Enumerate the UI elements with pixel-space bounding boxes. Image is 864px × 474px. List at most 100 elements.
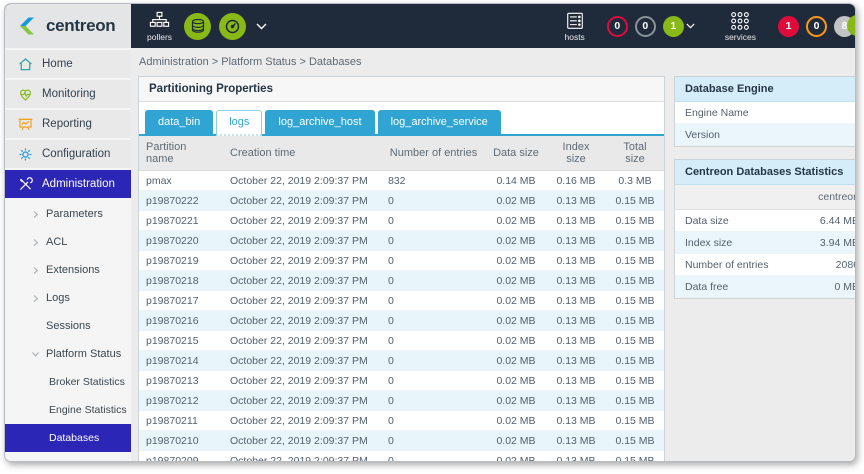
table-row: p19870217 October 22, 2019 2:09:37 PM 0 … (139, 291, 664, 311)
cell-creation-time: October 22, 2019 2:09:37 PM (223, 291, 381, 311)
hosts-down-badge[interactable]: 0 (607, 16, 628, 37)
sidebar-item-parameters[interactable]: Parameters (5, 200, 131, 228)
column-header: Number of entries (381, 136, 486, 171)
sidebar-item-reporting[interactable]: Reporting (5, 110, 131, 138)
hosts-menu[interactable]: hosts (564, 11, 584, 42)
cell-total-size: 0.15 MB (606, 371, 664, 391)
database-icon (190, 18, 206, 34)
cell-index-size: 0.16 MB (546, 171, 606, 191)
stat-value: 6.44 MB (803, 210, 855, 231)
cell-data-size: 0.02 MB (486, 191, 546, 211)
column-header: Creation time (223, 136, 381, 171)
hosts-unreachable-badge[interactable]: 0 (635, 16, 656, 37)
cell-total-size: 0.15 MB (606, 231, 664, 251)
stat-row: Index size 3.94 MB (675, 232, 855, 254)
cell-data-size: 0.02 MB (486, 411, 546, 431)
cell-total-size: 0.15 MB (606, 271, 664, 291)
cell-partition-name: p19870222 (139, 191, 223, 211)
cell-total-size: 0.15 MB (606, 431, 664, 451)
gauge-status-button[interactable] (219, 13, 246, 40)
cell-number-of-entries: 0 (381, 251, 486, 271)
panel-title: Centreon Databases Statistics (675, 160, 855, 185)
cell-total-size: 0.15 MB (606, 211, 664, 231)
services-warning-badge[interactable]: 0 (806, 16, 827, 37)
sidebar-item-acl[interactable]: ACL (5, 228, 131, 256)
stat-row: Data size 6.44 MB (675, 210, 855, 232)
table-row: p19870210 October 22, 2019 2:09:37 PM 0 … (139, 431, 664, 451)
cell-number-of-entries: 0 (381, 411, 486, 431)
sidebar-item-platform-status[interactable]: Platform Status (5, 340, 131, 368)
sidebar-item-about[interactable]: About (5, 452, 131, 462)
sidebar-item-databases[interactable]: Databases (5, 424, 131, 452)
services-critical-badge[interactable]: 1 (778, 16, 799, 37)
database-status-button[interactable] (184, 13, 211, 40)
sidebar-item-logs[interactable]: Logs (5, 284, 131, 312)
services-label: services (725, 32, 756, 42)
sidebar-item-extensions[interactable]: Extensions (5, 256, 131, 284)
field-label: Version (685, 129, 720, 141)
cell-partition-name: p19870216 (139, 311, 223, 331)
main-content: Administration > Platform Status > Datab… (131, 48, 855, 462)
cell-partition-name: p19870213 (139, 371, 223, 391)
tab-log-archive-service[interactable]: log_archive_service (378, 110, 501, 134)
sidebar-item-configuration[interactable]: Configuration (5, 140, 131, 168)
sidebar-item-engine-statistics[interactable]: Engine Statistics (5, 396, 131, 424)
cell-index-size: 0.13 MB (546, 351, 606, 371)
database-engine-panel: Database Engine Engine Name Version (674, 76, 855, 147)
cell-total-size: 0.15 MB (606, 191, 664, 211)
cell-data-size: 0.02 MB (486, 251, 546, 271)
partition-table-body: pmax October 22, 2019 2:09:37 PM 832 0.1… (139, 171, 664, 463)
cell-number-of-entries: 0 (381, 331, 486, 351)
sidebar-item-label: Engine Statistics (49, 404, 127, 416)
cell-creation-time: October 22, 2019 2:09:37 PM (223, 451, 381, 463)
sidebar-item-broker-statistics[interactable]: Broker Statistics (5, 368, 131, 396)
cell-number-of-entries: 0 (381, 351, 486, 371)
cell-total-size: 0.15 MB (606, 291, 664, 311)
cell-number-of-entries: 0 (381, 311, 486, 331)
breadcrumb[interactable]: Administration > Platform Status > Datab… (131, 48, 855, 76)
cell-partition-name: p19870211 (139, 411, 223, 431)
hosts-label: hosts (564, 32, 584, 42)
table-row: p19870216 October 22, 2019 2:09:37 PM 0 … (139, 311, 664, 331)
table-row: p19870214 October 22, 2019 2:09:37 PM 0 … (139, 351, 664, 371)
cell-partition-name: p19870214 (139, 351, 223, 371)
cell-number-of-entries: 0 (381, 371, 486, 391)
cell-data-size: 0.02 MB (486, 291, 546, 311)
cell-creation-time: October 22, 2019 2:09:37 PM (223, 171, 381, 191)
table-row: p19870211 October 22, 2019 2:09:37 PM 0 … (139, 411, 664, 431)
stat-label: Index size (675, 232, 803, 253)
services-menu[interactable]: services (725, 11, 756, 42)
pollers-menu[interactable]: pollers (147, 11, 172, 42)
cell-creation-time: October 22, 2019 2:09:37 PM (223, 251, 381, 271)
partitioning-properties-panel: Partitioning Properties data_bin logs lo… (138, 76, 665, 462)
cell-index-size: 0.13 MB (546, 411, 606, 431)
cell-creation-time: October 22, 2019 2:09:37 PM (223, 411, 381, 431)
hosts-dropdown-toggle[interactable] (686, 23, 695, 29)
table-row: p19870220 October 22, 2019 2:09:37 PM 0 … (139, 231, 664, 251)
sidebar-item-administration[interactable]: Administration (5, 170, 131, 198)
cell-data-size: 0.02 MB (486, 371, 546, 391)
tab-logs[interactable]: logs (216, 110, 262, 136)
cell-number-of-entries: 0 (381, 451, 486, 463)
configuration-gear-icon (17, 146, 34, 163)
partition-tabs: data_bin logs log_archive_host log_archi… (139, 102, 664, 136)
cell-creation-time: October 22, 2019 2:09:37 PM (223, 311, 381, 331)
cell-index-size: 0.13 MB (546, 211, 606, 231)
tab-data-bin[interactable]: data_bin (145, 110, 213, 134)
sidebar-item-home[interactable]: Home (5, 50, 131, 78)
logo[interactable]: centreon (5, 4, 131, 48)
reporting-icon (17, 116, 34, 133)
sidebar-item-sessions[interactable]: Sessions (5, 312, 131, 340)
cell-number-of-entries: 0 (381, 431, 486, 451)
cell-total-size: 0.3 MB (606, 171, 664, 191)
poller-dropdown-toggle[interactable] (256, 23, 267, 30)
hosts-up-badge[interactable]: 1 (663, 16, 684, 37)
sidebar-item-monitoring[interactable]: Monitoring (5, 80, 131, 108)
cell-creation-time: October 22, 2019 2:09:37 PM (223, 331, 381, 351)
tab-log-archive-host[interactable]: log_archive_host (265, 110, 374, 134)
table-row: p19870212 October 22, 2019 2:09:37 PM 0 … (139, 391, 664, 411)
cell-index-size: 0.13 MB (546, 251, 606, 271)
sidebar-item-label: Configuration (42, 148, 110, 160)
column-header: Partition name (139, 136, 223, 171)
cell-number-of-entries: 0 (381, 211, 486, 231)
